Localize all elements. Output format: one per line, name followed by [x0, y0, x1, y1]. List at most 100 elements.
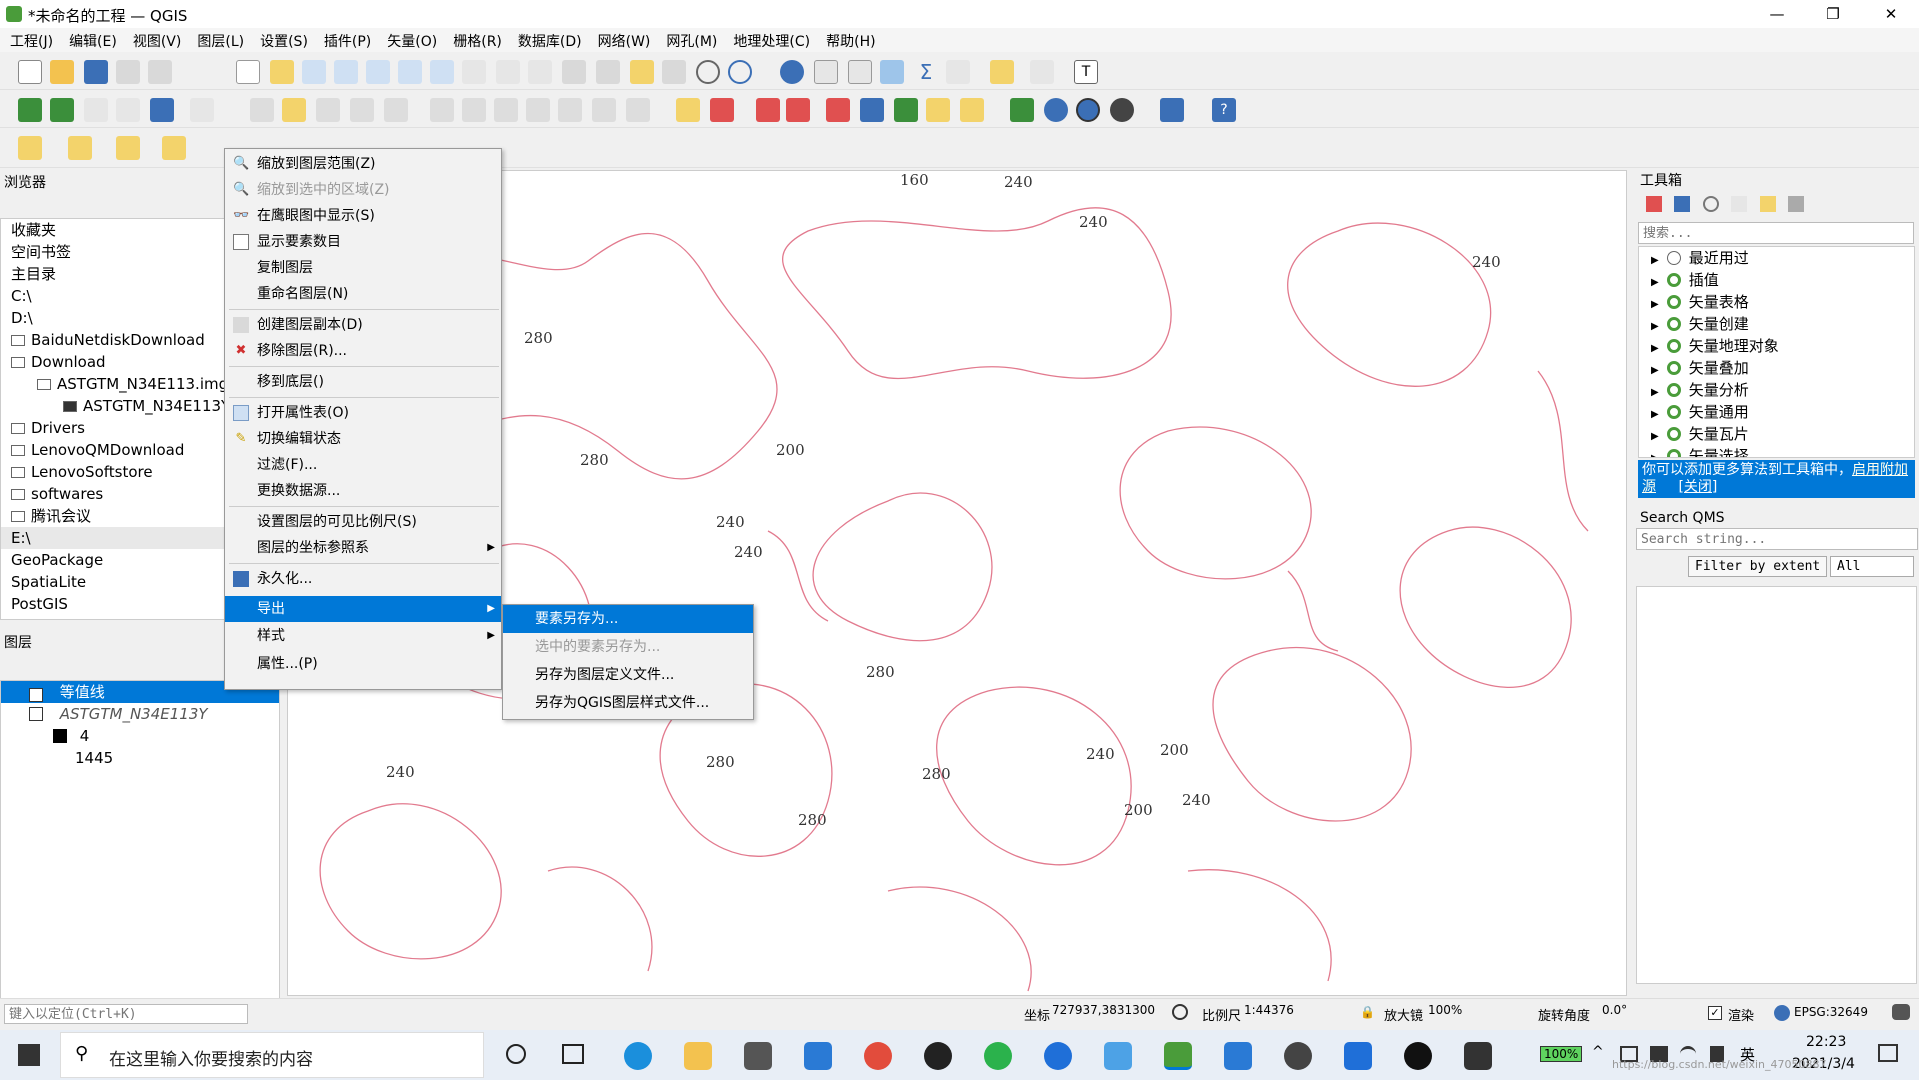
- save-edits-icon[interactable]: [316, 98, 340, 122]
- deselect-icon[interactable]: [116, 136, 140, 160]
- menu-item-duplicate-layer[interactable]: 创建图层副本(D): [225, 312, 501, 338]
- menu-item-move-to-bottom[interactable]: 移到底层(): [225, 369, 501, 395]
- temporal-icon[interactable]: [696, 60, 720, 84]
- menu-plugins[interactable]: 插件(P): [314, 28, 377, 52]
- toolbox-item-vector-overlay[interactable]: ▶ 矢量叠加: [1639, 357, 1914, 379]
- edge-icon[interactable]: [624, 1042, 652, 1070]
- binoculars-icon[interactable]: [1110, 98, 1134, 122]
- photos-icon[interactable]: [1224, 1042, 1252, 1070]
- menu-item-layer-crs[interactable]: 图层的坐标参照系 ▶: [225, 535, 501, 561]
- menu-item-copy-layer[interactable]: 复制图层: [225, 255, 501, 281]
- browser-item-folder[interactable]: Download: [1, 351, 229, 373]
- toolbox-item-interpolation[interactable]: ▶ 插值: [1639, 269, 1914, 291]
- annotation-icon[interactable]: [990, 60, 1014, 84]
- toolbox-item-vector-analysis[interactable]: ▶ 矢量分析: [1639, 379, 1914, 401]
- zoom-last-icon[interactable]: [496, 60, 520, 84]
- copy-features-icon[interactable]: [526, 98, 550, 122]
- browser-item-spatialite[interactable]: SpatiaLite: [1, 571, 229, 593]
- zoom-in-icon[interactable]: [302, 60, 326, 84]
- menu-item-save-qml-style[interactable]: 另存为QGIS图层样式文件...: [503, 689, 753, 717]
- chevron-up-icon[interactable]: ^: [1592, 1044, 1604, 1060]
- paste-features-icon[interactable]: [558, 98, 582, 122]
- delete-selected-icon[interactable]: [462, 98, 486, 122]
- wechat-icon[interactable]: [984, 1042, 1012, 1070]
- lock-icon[interactable]: 🔒: [1360, 1005, 1375, 1019]
- menu-item-open-attribute-table[interactable]: 打开属性表(O): [225, 400, 501, 426]
- edit-features-icon[interactable]: [1759, 196, 1776, 212]
- menu-edit[interactable]: 编辑(E): [59, 28, 123, 52]
- new-virtual-layer-icon[interactable]: [190, 98, 214, 122]
- identify-icon[interactable]: [780, 60, 804, 84]
- refresh-icon[interactable]: [728, 60, 752, 84]
- history-icon[interactable]: [1702, 196, 1719, 212]
- measure-icon[interactable]: [946, 60, 970, 84]
- menu-view[interactable]: 视图(V): [123, 28, 188, 52]
- toolbox-item-recent[interactable]: ▶ 最近用过: [1639, 247, 1914, 269]
- close-notice-link[interactable]: [关闭]: [1678, 479, 1717, 495]
- statistics-icon[interactable]: Σ: [914, 60, 938, 84]
- taskbar-search-box[interactable]: ⚲ 在这里输入你要搜索的内容: [60, 1032, 484, 1078]
- pan-to-selection-icon[interactable]: [270, 60, 294, 84]
- browser-item-favorites[interactable]: 收藏夹: [1, 219, 229, 241]
- render-checkbox[interactable]: ✓: [1708, 1006, 1722, 1020]
- cut-features-icon[interactable]: [494, 98, 518, 122]
- browser-item-raster-layer[interactable]: ASTGTM_N34E113Y: [1, 395, 229, 417]
- new-temp-layer-icon[interactable]: [150, 98, 174, 122]
- battery-indicator[interactable]: 100%: [1540, 1046, 1583, 1062]
- undo-icon[interactable]: [592, 98, 616, 122]
- menu-layer[interactable]: 图层(L): [187, 28, 250, 52]
- browser-item-bookmarks[interactable]: 空间书签: [1, 241, 229, 263]
- xbox-icon[interactable]: [1404, 1042, 1432, 1070]
- layer-item-raster[interactable]: ASTGTM_N34E113Y: [1, 703, 279, 725]
- cortana-icon[interactable]: [506, 1044, 526, 1064]
- file-explorer-icon[interactable]: [684, 1042, 712, 1070]
- current-edits-icon[interactable]: [250, 98, 274, 122]
- qms-type-select[interactable]: All: [1830, 556, 1914, 577]
- help-icon[interactable]: ?: [1212, 98, 1236, 122]
- browser-item-c-drive[interactable]: C:\: [1, 285, 229, 307]
- browser-item-folder[interactable]: Drivers: [1, 417, 229, 439]
- toolbox-item-vector-selection[interactable]: ▶ 矢量选择: [1639, 445, 1914, 457]
- zoom-to-selection-icon[interactable]: [398, 60, 422, 84]
- image-viewer-icon[interactable]: [1464, 1042, 1492, 1070]
- layer-visibility-checkbox[interactable]: [29, 707, 43, 721]
- qms-globe-icon[interactable]: [1076, 98, 1100, 122]
- action-center-icon[interactable]: [1878, 1044, 1898, 1062]
- browser-item-folder[interactable]: LenovoQMDownload: [1, 439, 229, 461]
- baidu-netdisk-icon[interactable]: [1104, 1042, 1132, 1070]
- text-annotation-icon[interactable]: T: [1074, 60, 1098, 84]
- add-feature-icon[interactable]: [350, 98, 374, 122]
- menu-item-zoom-to-selection[interactable]: 🔍 缩放到选中的区域(Z): [225, 177, 501, 203]
- rotate-label-icon[interactable]: [894, 98, 918, 122]
- menu-web[interactable]: 网络(W): [588, 28, 657, 52]
- menu-item-toggle-editing[interactable]: ✎ 切换编辑状态: [225, 426, 501, 452]
- browser-item-folder[interactable]: 腾讯会议: [1, 505, 229, 527]
- menu-processing[interactable]: 地理处理(C): [723, 28, 816, 52]
- toolbox-search-input[interactable]: [1638, 222, 1914, 244]
- options-icon[interactable]: [1788, 196, 1805, 212]
- menu-item-scale-visibility[interactable]: 设置图层的可见比例尺(S): [225, 509, 501, 535]
- qgis-taskbar-icon[interactable]: [1164, 1042, 1192, 1070]
- menu-item-save-features-as[interactable]: 要素另存为...: [503, 605, 753, 633]
- clock-time[interactable]: 22:23: [1806, 1034, 1846, 1050]
- save-as-icon[interactable]: [116, 60, 140, 84]
- new-shapefile-icon[interactable]: [84, 98, 108, 122]
- toolbox-item-vector-table[interactable]: ▶ 矢量表格: [1639, 291, 1914, 313]
- toolbox-item-vector-geometry[interactable]: ▶ 矢量地理对象: [1639, 335, 1914, 357]
- menu-database[interactable]: 数据库(D): [508, 28, 588, 52]
- browser-item-d-drive[interactable]: D:\: [1, 307, 229, 329]
- diagram-icon[interactable]: [710, 98, 734, 122]
- menu-item-filter[interactable]: 过滤(F)...: [225, 452, 501, 478]
- menu-item-export[interactable]: 导出 ▶: [225, 596, 501, 622]
- label-tool-icon[interactable]: [676, 98, 700, 122]
- toolbox-item-vector-general[interactable]: ▶ 矢量通用: [1639, 401, 1914, 423]
- menu-item-show-feature-count[interactable]: 显示要素数目: [225, 229, 501, 255]
- toolbox-item-vector-tiles[interactable]: ▶ 矢量瓦片: [1639, 423, 1914, 445]
- menu-item-styles[interactable]: 样式 ▶: [225, 623, 501, 649]
- qq-icon[interactable]: [924, 1042, 952, 1070]
- menu-project[interactable]: 工程(J): [0, 28, 59, 52]
- map-tips-icon[interactable]: [1030, 60, 1054, 84]
- menu-item-zoom-to-layer[interactable]: 🔍 缩放到图层范围(Z): [225, 151, 501, 177]
- locator-input[interactable]: [4, 1004, 248, 1024]
- filter-by-extent-button[interactable]: Filter by extent: [1688, 556, 1828, 577]
